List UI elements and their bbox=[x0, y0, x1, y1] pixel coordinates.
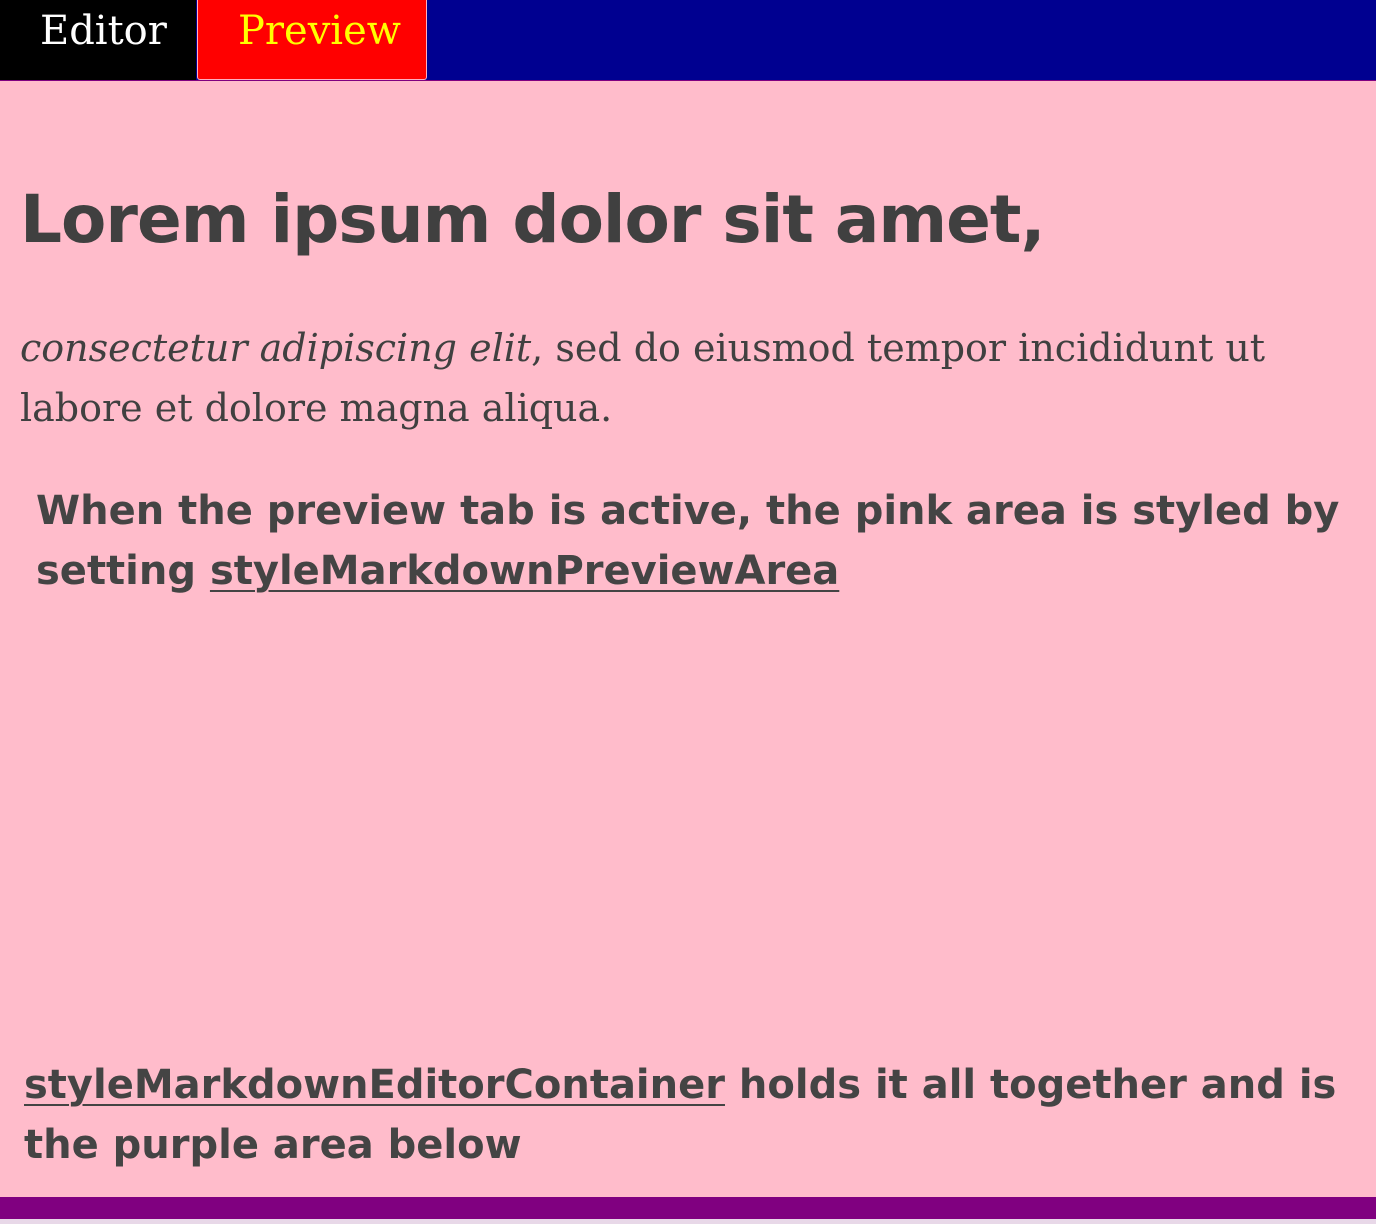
markdown-editor-container: Editor Preview Lorem ipsum dolor sit ame… bbox=[0, 0, 1376, 1224]
container-style-link[interactable]: styleMarkdownEditorContainer bbox=[24, 1062, 725, 1108]
editor-container-purple-area bbox=[0, 1197, 1376, 1219]
preview-heading: Lorem ipsum dolor sit amet, bbox=[20, 181, 1046, 258]
tab-preview-label: Preview bbox=[238, 8, 402, 54]
preview-area-style-link[interactable]: styleMarkdownPreviewArea bbox=[210, 548, 839, 594]
tab-editor[interactable]: Editor bbox=[0, 0, 196, 80]
tab-bar: Editor Preview bbox=[0, 0, 1376, 80]
container-note: styleMarkdownEditorContainer holds it al… bbox=[24, 1055, 1364, 1175]
preview-paragraph-italic: consectetur adipiscing elit bbox=[20, 326, 532, 370]
tab-editor-label: Editor bbox=[40, 8, 167, 54]
bottom-edge bbox=[0, 1219, 1376, 1224]
tab-preview[interactable]: Preview bbox=[197, 0, 427, 80]
preview-paragraph: consectetur adipiscing elit, sed do eius… bbox=[20, 318, 1350, 438]
preview-area-note: When the preview tab is active, the pink… bbox=[36, 481, 1356, 601]
